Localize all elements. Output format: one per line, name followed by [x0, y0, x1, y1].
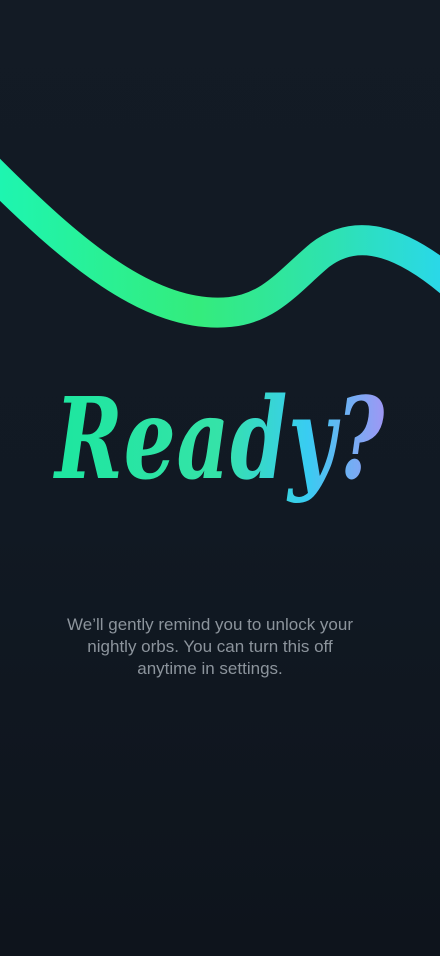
decorative-wave	[0, 158, 440, 328]
reminder-description: We’ll gently remind you to unlock your n…	[67, 615, 353, 678]
headline-text: Ready?	[53, 374, 385, 505]
onboarding-screen: Ready? We’ll gently remind you to unlock…	[0, 0, 440, 956]
wave-stroke	[0, 158, 440, 328]
headline: Ready?	[53, 374, 385, 505]
